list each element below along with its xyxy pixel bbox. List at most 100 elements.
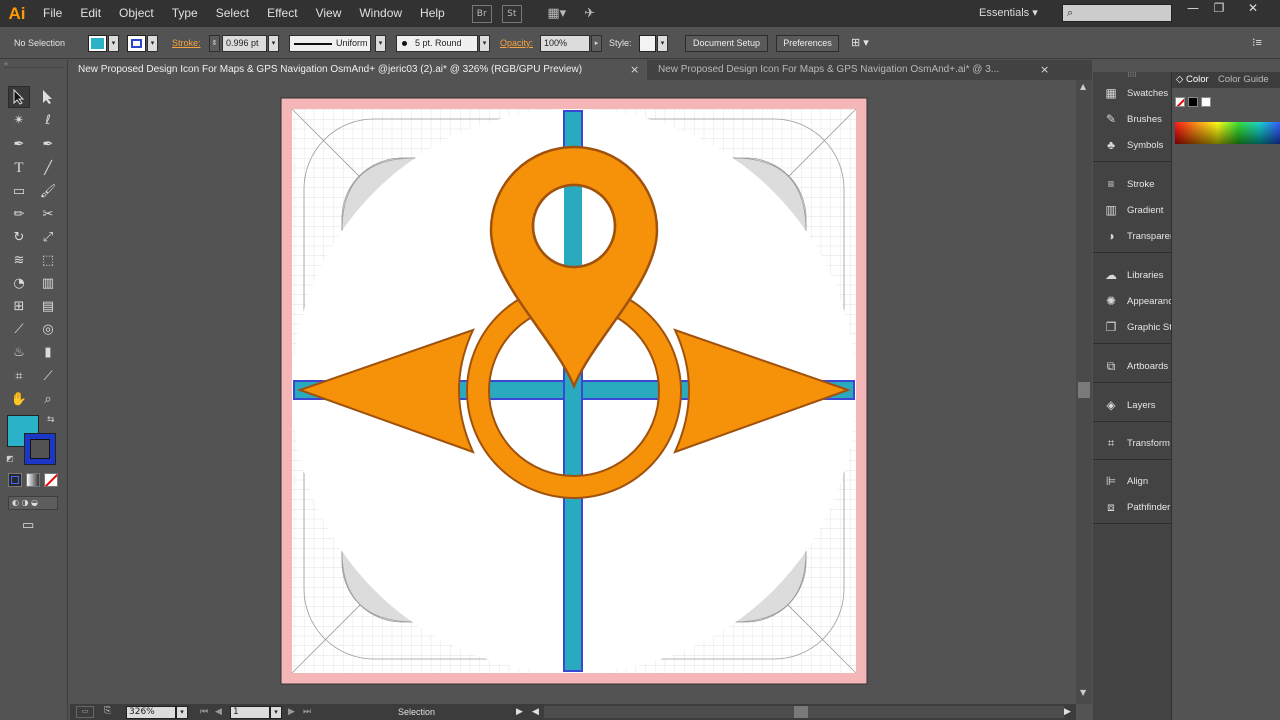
direct-selection-icon[interactable]	[37, 86, 59, 108]
search-input[interactable]: ⌕	[1062, 4, 1172, 22]
workspace-switcher[interactable]: Essentials ▾	[979, 6, 1038, 19]
shape-builder-icon[interactable]: ◔	[8, 272, 30, 294]
rectangle-icon[interactable]: ▭	[8, 180, 30, 202]
paintbrush-icon[interactable]: 🖌	[37, 180, 59, 202]
panel-menu-icon[interactable]: ⁝≡	[1252, 36, 1262, 49]
arrange-icon[interactable]: ⊞ ▾	[851, 36, 869, 49]
zoom-icon[interactable]: ⌕	[37, 388, 59, 410]
scroll-up-icon[interactable]: ▲	[1080, 82, 1086, 91]
rotate-icon[interactable]: ↻	[8, 226, 30, 248]
default-colors-icon[interactable]: ◩	[6, 454, 14, 463]
zoom-dropdown[interactable]: ▾	[176, 706, 188, 719]
scale-icon[interactable]: ⤢	[37, 226, 59, 248]
scroll-right-icon[interactable]: ▶	[1064, 706, 1071, 717]
tab-color-guide[interactable]: Color Guide	[1218, 74, 1269, 85]
tab-document-active[interactable]: New Proposed Design Icon For Maps & GPS …	[70, 60, 647, 80]
screen-mode-icon[interactable]: ▭	[22, 518, 34, 533]
scroll-down-icon[interactable]: ▼	[1080, 688, 1086, 697]
stroke-color-box[interactable]	[24, 433, 56, 465]
bridge-icon[interactable]: Br	[471, 4, 492, 23]
gpu-performance-icon[interactable]: ✈	[580, 5, 600, 23]
opacity-slider-toggle[interactable]: ▸	[591, 35, 602, 52]
artboard-number-field[interactable]: 1	[230, 706, 270, 719]
black-swatch[interactable]	[1188, 97, 1198, 107]
export-icon[interactable]: ⎘	[104, 706, 111, 716]
restore-button[interactable]: ❐	[1206, 0, 1232, 18]
vertical-scroll-thumb[interactable]	[1078, 382, 1090, 398]
zoom-level-field[interactable]: 326%	[126, 706, 176, 719]
mesh-icon[interactable]: ⊞	[8, 295, 30, 317]
gradient-mode-icon[interactable]	[26, 473, 40, 487]
width-icon[interactable]: ≋	[8, 249, 30, 271]
perspective-grid-icon[interactable]: ▥	[37, 272, 59, 294]
profile-dropdown[interactable]: ▾	[375, 35, 386, 52]
tools-collapse-icon[interactable]: «	[4, 61, 64, 68]
eyedropper-icon[interactable]: ⟋	[8, 318, 30, 340]
artboard-icon[interactable]: ⌗	[8, 365, 30, 387]
menu-view[interactable]: View	[307, 0, 351, 27]
menu-file[interactable]: File	[34, 0, 71, 27]
tab-color[interactable]: ◇ Color	[1176, 74, 1209, 85]
scroll-left-icon[interactable]: ◀	[532, 706, 539, 717]
last-artboard-icon[interactable]: ⏭	[303, 706, 311, 717]
drawing-modes-icon[interactable]: ◐ ◑ ◒	[8, 496, 58, 510]
arrange-documents-icon[interactable]: ▦▾	[544, 5, 570, 23]
hand-icon[interactable]: ✋	[8, 388, 30, 410]
menu-effect[interactable]: Effect	[258, 0, 306, 27]
previous-artboard-icon[interactable]: ◀	[215, 706, 222, 717]
menu-help[interactable]: Help	[411, 0, 454, 27]
line-icon[interactable]: ╱	[37, 157, 59, 179]
opacity-label[interactable]: Opacity:	[500, 38, 533, 48]
close-tab-icon[interactable]: ×	[1040, 60, 1049, 80]
pen-icon[interactable]: ✒	[8, 133, 30, 155]
type-icon[interactable]: T	[8, 157, 30, 179]
close-tab-icon[interactable]: ×	[630, 60, 639, 80]
scissors-icon[interactable]: ✂	[37, 203, 59, 225]
curvature-icon[interactable]: ✒	[37, 133, 59, 155]
stroke-swatch[interactable]	[127, 35, 146, 52]
fill-swatch[interactable]	[88, 35, 107, 52]
stock-icon[interactable]: St	[501, 4, 522, 23]
menu-object[interactable]: Object	[110, 0, 163, 27]
artboard-navigator-icon[interactable]: ▭	[76, 706, 94, 718]
close-window-button[interactable]: ✕	[1240, 0, 1266, 18]
white-swatch[interactable]	[1201, 97, 1211, 107]
artwork-svg[interactable]	[70, 80, 1076, 704]
first-artboard-icon[interactable]: ⏮	[200, 706, 208, 717]
stroke-weight-field[interactable]: 0.996 pt	[222, 35, 267, 52]
brush-dropdown[interactable]: ▾	[479, 35, 490, 52]
graphic-style-swatch[interactable]	[639, 35, 656, 52]
menu-select[interactable]: Select	[207, 0, 258, 27]
stroke-label[interactable]: Stroke:	[172, 38, 201, 48]
vertical-scrollbar[interactable]: ▲ ▼	[1076, 80, 1092, 704]
horizontal-scroll-thumb[interactable]	[794, 706, 808, 718]
canvas-area[interactable]	[70, 80, 1076, 704]
tab-document-inactive[interactable]: New Proposed Design Icon For Maps & GPS …	[650, 60, 1058, 80]
gradient-icon[interactable]: ▤	[37, 295, 59, 317]
menu-type[interactable]: Type	[163, 0, 207, 27]
swap-colors-icon[interactable]: ⇆	[47, 415, 55, 425]
selection-arrow-icon[interactable]	[8, 86, 30, 108]
stroke-weight-dropdown[interactable]: ▾	[268, 35, 279, 52]
preferences-button[interactable]: Preferences	[776, 35, 839, 52]
opacity-field[interactable]: 100%	[540, 35, 590, 52]
magic-wand-icon[interactable]: ✴	[8, 109, 30, 131]
lasso-icon[interactable]: ℓ	[37, 109, 59, 131]
slice-icon[interactable]: ⟋	[37, 365, 59, 387]
brush-definition[interactable]: 5 pt. Round	[396, 35, 478, 52]
none-mode-icon[interactable]	[44, 473, 58, 487]
color-mode-icon[interactable]	[8, 473, 22, 487]
minimize-button[interactable]: —	[1180, 0, 1206, 18]
blend-icon[interactable]: ◎	[37, 318, 59, 340]
none-swatch[interactable]	[1175, 97, 1185, 107]
symbol-sprayer-icon[interactable]: ♨	[8, 341, 30, 363]
status-menu-icon[interactable]: ▶	[516, 706, 523, 717]
dock-grip-icon[interactable]: ⁞⁞⁞⁞	[1093, 72, 1171, 79]
next-artboard-icon[interactable]: ▶	[288, 706, 295, 717]
menu-edit[interactable]: Edit	[71, 0, 110, 27]
stroke-dropdown[interactable]: ▾	[147, 35, 158, 52]
stroke-stepper[interactable]: ⇕	[209, 35, 220, 52]
fill-dropdown[interactable]: ▾	[108, 35, 119, 52]
document-setup-button[interactable]: Document Setup	[685, 35, 768, 52]
style-dropdown[interactable]: ▾	[657, 35, 668, 52]
